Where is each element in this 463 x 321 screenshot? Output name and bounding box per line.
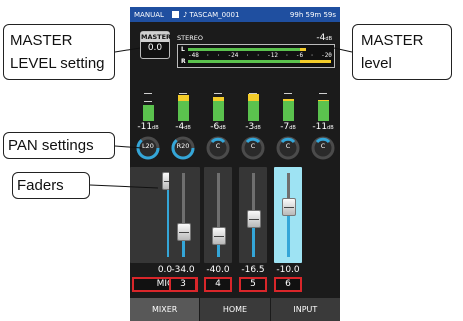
callout-text: MASTER (361, 32, 424, 49)
callout-text: MASTER (10, 32, 73, 49)
callout-master-level: MASTER level (352, 24, 452, 80)
callout-text: level (361, 55, 392, 72)
callout-faders: Faders (12, 172, 90, 199)
callout-master-level-setting: MASTER LEVEL setting (3, 24, 115, 80)
callout-text: LEVEL setting (10, 55, 105, 72)
callout-pan-settings: PAN settings (3, 132, 115, 159)
